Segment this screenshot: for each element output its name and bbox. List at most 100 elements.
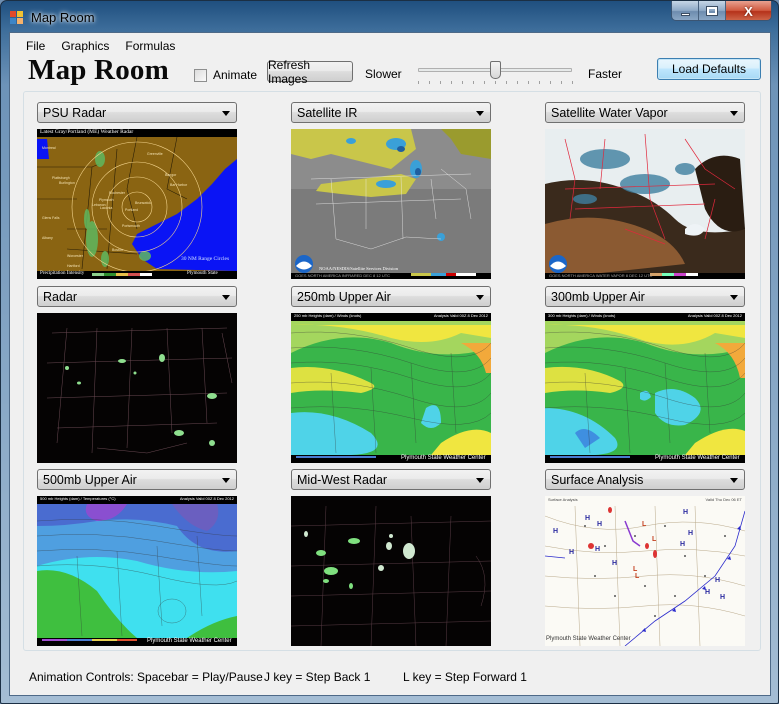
maximize-button[interactable]	[699, 1, 726, 20]
slider-tick	[440, 81, 441, 84]
slider-tick	[572, 81, 573, 84]
map-caption: Plymouth State Weather Center	[655, 455, 740, 461]
close-button[interactable]: X	[726, 1, 771, 20]
window-title: Map Room	[31, 10, 95, 25]
minimize-button[interactable]	[672, 1, 699, 20]
slider-tick	[560, 81, 562, 84]
map-select-value: Radar	[43, 290, 78, 304]
map-select-4[interactable]: Radar	[37, 286, 237, 307]
map-caption: Plymouth State	[187, 271, 218, 276]
svg-text:Plymouth: Plymouth	[99, 198, 114, 202]
svg-text:H: H	[680, 541, 685, 548]
svg-text:Burlington: Burlington	[59, 181, 75, 185]
svg-text:H: H	[612, 560, 617, 567]
map-select-value: Surface Analysis	[551, 473, 644, 487]
map-caption: Valid Thu Dec 06 ET	[705, 497, 742, 502]
map-select-value: 250mb Upper Air	[297, 290, 391, 304]
svg-text:Portsmouth: Portsmouth	[122, 224, 140, 228]
dropdown-arrow-icon	[222, 478, 230, 483]
slider-tick	[517, 81, 518, 84]
map-caption: 250 mb Heights (dam) / Winds (knots)	[294, 313, 362, 318]
svg-text:H: H	[683, 509, 688, 516]
map-select-1[interactable]: PSU Radar	[37, 102, 237, 123]
map-select-value: Satellite IR	[297, 106, 358, 120]
slider-thumb[interactable]	[490, 61, 501, 79]
svg-text:L: L	[642, 521, 647, 528]
speed-slider[interactable]	[415, 59, 575, 85]
map-caption: Analysis Valid 00Z 8 Dec 2012	[179, 496, 234, 501]
slider-tick	[528, 81, 529, 84]
svg-text:Worcester: Worcester	[67, 254, 84, 258]
dropdown-arrow-icon	[476, 295, 484, 300]
load-defaults-button[interactable]: Load Defaults	[657, 58, 761, 80]
map-caption: NOAA/NESDIS/Satellite Services Division	[319, 266, 398, 271]
map-select-value: Mid-West Radar	[297, 473, 388, 487]
svg-text:Laconia: Laconia	[100, 206, 112, 210]
map-caption: GOES NORTH AMERICA INFRARED DEC 8 12 UTC	[295, 273, 391, 278]
svg-text:L: L	[652, 536, 657, 543]
app-window: Map Room X File Graphics Formulas Map Ro…	[0, 0, 779, 704]
map-select-value: PSU Radar	[43, 106, 107, 120]
map-select-7[interactable]: 500mb Upper Air	[37, 469, 237, 490]
svg-text:H: H	[705, 589, 710, 596]
faster-label: Faster	[588, 67, 623, 81]
upper-air-300mb-image: 300 mb Heights (dam) / Winds (knots) Ana…	[545, 313, 745, 463]
upper-air-250mb-image: 250 mb Heights (dam) / Winds (knots) Ana…	[291, 313, 491, 463]
dropdown-arrow-icon	[476, 478, 484, 483]
map-select-value: 500mb Upper Air	[43, 473, 137, 487]
map-select-6[interactable]: 300mb Upper Air	[545, 286, 745, 307]
animation-controls-hint: Animation Controls: Spacebar = Play/Paus…	[29, 670, 263, 684]
svg-text:H: H	[585, 515, 590, 522]
slider-tick	[451, 81, 452, 84]
map-select-value: Satellite Water Vapor	[551, 106, 668, 120]
dropdown-arrow-icon	[730, 295, 738, 300]
client-area: File Graphics Formulas Map Room Animate …	[9, 32, 771, 696]
svg-text:Glens Falls: Glens Falls	[42, 216, 60, 220]
svg-text:Albany: Albany	[42, 236, 53, 240]
svg-text:H: H	[553, 528, 558, 535]
svg-text:Montreal: Montreal	[42, 146, 56, 150]
svg-text:Boston: Boston	[112, 248, 123, 252]
slider-tick	[506, 81, 507, 84]
svg-text:Bar Harbor: Bar Harbor	[170, 183, 188, 187]
animate-label[interactable]: Animate	[213, 68, 257, 82]
map-caption: Analysis Valid 00Z 8 Dec 2012	[433, 313, 488, 318]
map-select-3[interactable]: Satellite Water Vapor	[545, 102, 745, 123]
map-select-5[interactable]: 250mb Upper Air	[291, 286, 491, 307]
svg-text:Rochester: Rochester	[109, 191, 126, 195]
step-back-hint: J key = Step Back 1	[264, 670, 371, 684]
refresh-images-button[interactable]: Refresh Images	[267, 58, 353, 86]
maximize-icon	[706, 6, 718, 16]
map-select-9[interactable]: Surface Analysis	[545, 469, 745, 490]
dropdown-arrow-icon	[222, 295, 230, 300]
step-forward-hint: L key = Step Forward 1	[403, 670, 527, 684]
map-select-value: 300mb Upper Air	[551, 290, 645, 304]
dropdown-arrow-icon	[222, 111, 230, 116]
slider-tick	[473, 81, 474, 84]
svg-text:H: H	[595, 546, 600, 553]
dropdown-arrow-icon	[476, 111, 484, 116]
map-select-2[interactable]: Satellite IR	[291, 102, 491, 123]
title-bar[interactable]: Map Room X	[1, 1, 778, 33]
map-caption: 30 NM Range Circles	[181, 256, 230, 262]
satellite-water-vapor-image: GOES NORTH AMERICA WATER VAPOR 8 DEC 12 …	[545, 129, 745, 279]
map-caption: Plymouth State Weather Center	[401, 455, 486, 461]
surface-analysis-image: HHHH HHHH HHHH LLLL Surface Analysis Val…	[545, 496, 745, 646]
map-caption: 500 mb Heights (dam) / Temperatures (°C)	[40, 496, 116, 501]
svg-text:H: H	[720, 594, 725, 601]
satellite-ir-image: NOAA/NESDIS/Satellite Services Division …	[291, 129, 491, 279]
animate-checkbox-group[interactable]: Animate	[194, 68, 257, 82]
animate-checkbox[interactable]	[194, 68, 207, 82]
radar-image	[37, 313, 237, 463]
svg-text:Plattsburgh: Plattsburgh	[52, 176, 70, 180]
minimize-icon	[680, 12, 690, 16]
slider-tick	[550, 81, 551, 84]
close-icon: X	[744, 3, 753, 19]
map-select-8[interactable]: Mid-West Radar	[291, 469, 491, 490]
svg-text:Hartford: Hartford	[67, 264, 80, 268]
map-caption: Precipitation Intensity	[40, 271, 85, 276]
map-grid: PSU Radar Montreal Greenville Bangor Bar…	[23, 91, 761, 651]
psu-radar-image: Montreal Greenville Bangor Bar Harbor Plat…	[37, 129, 237, 279]
svg-text:H: H	[715, 577, 720, 584]
app-heading: Map Room	[28, 54, 169, 86]
